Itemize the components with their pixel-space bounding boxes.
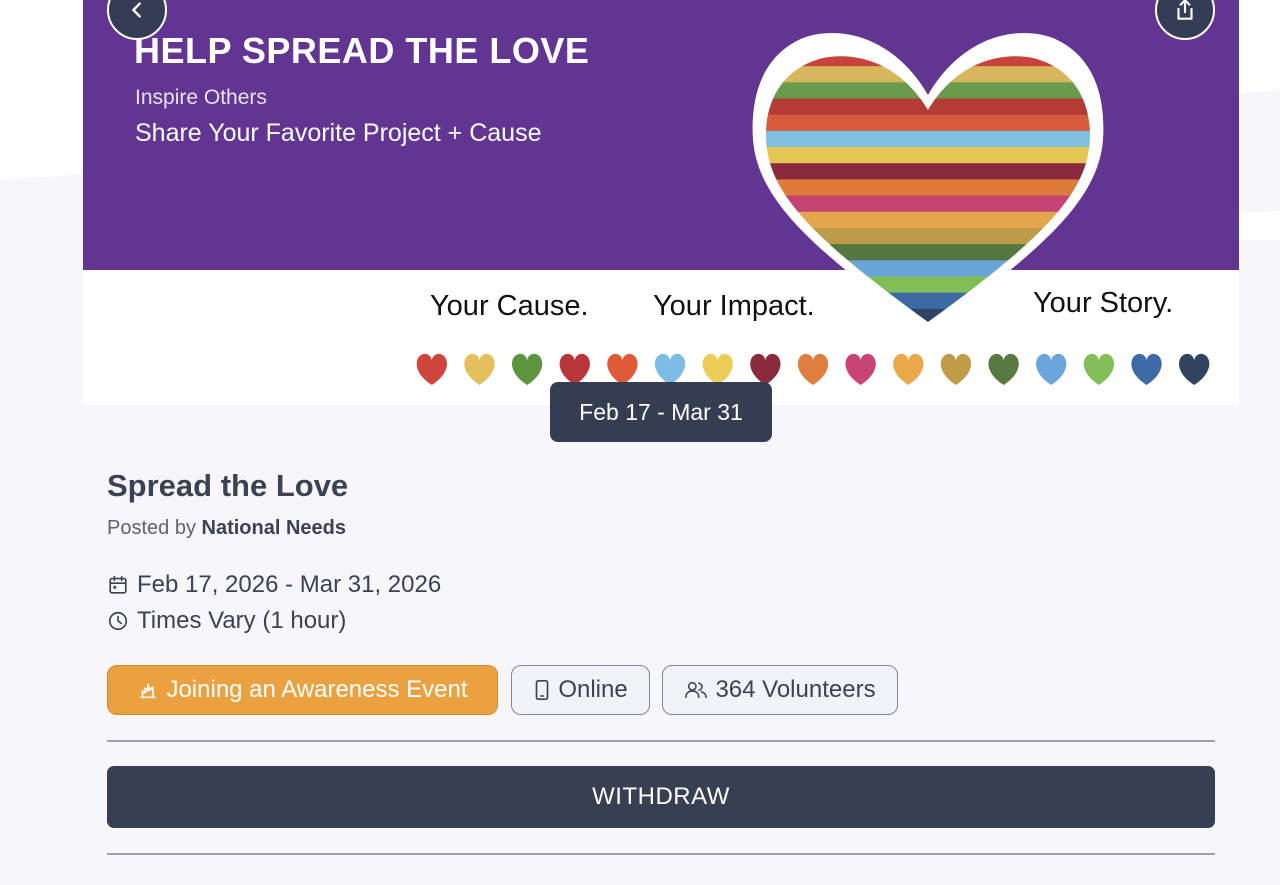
volunteers-count: 364 Volunteers [715,676,876,703]
mini-hearts-row [416,353,1210,385]
mini-heart-icon [893,353,924,385]
posted-by-prefix: Posted by [107,517,196,539]
mini-heart-icon [797,353,829,385]
rainbow-heart-icon [752,33,1104,330]
share-icon [1177,0,1193,20]
mini-heart-icon [845,353,876,385]
date-range-pill: Feb 17 - Mar 31 [550,382,772,442]
chevron-left-icon [132,2,141,18]
banner-tagline-cause: Your Cause. [430,290,589,322]
mini-heart-icon [416,353,447,385]
location-chip[interactable]: Online [511,665,650,715]
heart-stripe [766,163,1090,180]
category-label: Joining an Awareness Event [166,676,468,703]
banner-tagline: Share Your Favorite Project + Cause [135,119,542,147]
awareness-icon [141,683,156,699]
heart-stripe [766,130,1090,148]
mini-heart-icon [464,353,495,385]
event-time-row: Times Vary (1 hour) [107,607,346,635]
mini-heart-icon [559,353,590,385]
divider-top [107,740,1215,742]
mini-heart-icon [940,353,972,385]
heart-stripe [766,195,1090,213]
mini-heart-icon [654,353,686,385]
banner-tagline-impact: Your Impact. [653,290,815,322]
heart-stripe [766,147,1090,164]
mini-heart-icon [702,353,733,385]
heart-stripe [766,260,1090,277]
heart-stripe [766,244,1090,261]
heart-stripe [766,114,1090,132]
calendar-icon [109,575,127,594]
volunteers-chip[interactable]: 364 Volunteers [662,665,898,715]
mobile-phone-icon [535,680,549,700]
mini-heart-icon [1131,353,1162,385]
mini-heart-icon [1179,353,1210,385]
event-time: Times Vary (1 hour) [137,607,347,634]
clock-icon [108,611,128,631]
divider-bottom [107,853,1215,855]
users-icon [685,681,708,699]
organizer-name[interactable]: National Needs [202,517,346,539]
banner-tagline-story: Your Story. [1033,287,1174,319]
mini-heart-icon [1036,353,1067,385]
category-chip[interactable]: Joining an Awareness Event [107,665,498,715]
posted-by: Posted by National Needs [107,517,346,540]
mini-heart-icon [607,353,638,385]
event-date-range: Feb 17, 2026 - Mar 31, 2026 [137,571,442,598]
mini-heart-icon [988,353,1019,385]
banner-title: HELP SPREAD THE LOVE [134,30,590,71]
banner-subtitle: Inspire Others [135,86,267,109]
heart-stripe [766,66,1090,83]
event-title: Spread the Love [107,468,349,503]
withdraw-button[interactable]: WITHDRAW [107,766,1215,828]
mini-heart-icon [511,353,543,385]
event-banner-image: HELP SPREAD THE LOVE Inspire Others Shar… [83,0,1239,405]
heart-stripe [766,179,1090,197]
mini-heart-icon [750,353,781,385]
location-label: Online [558,676,628,703]
event-date-row: Feb 17, 2026 - Mar 31, 2026 [107,571,441,599]
mini-heart-icon [1083,353,1115,385]
